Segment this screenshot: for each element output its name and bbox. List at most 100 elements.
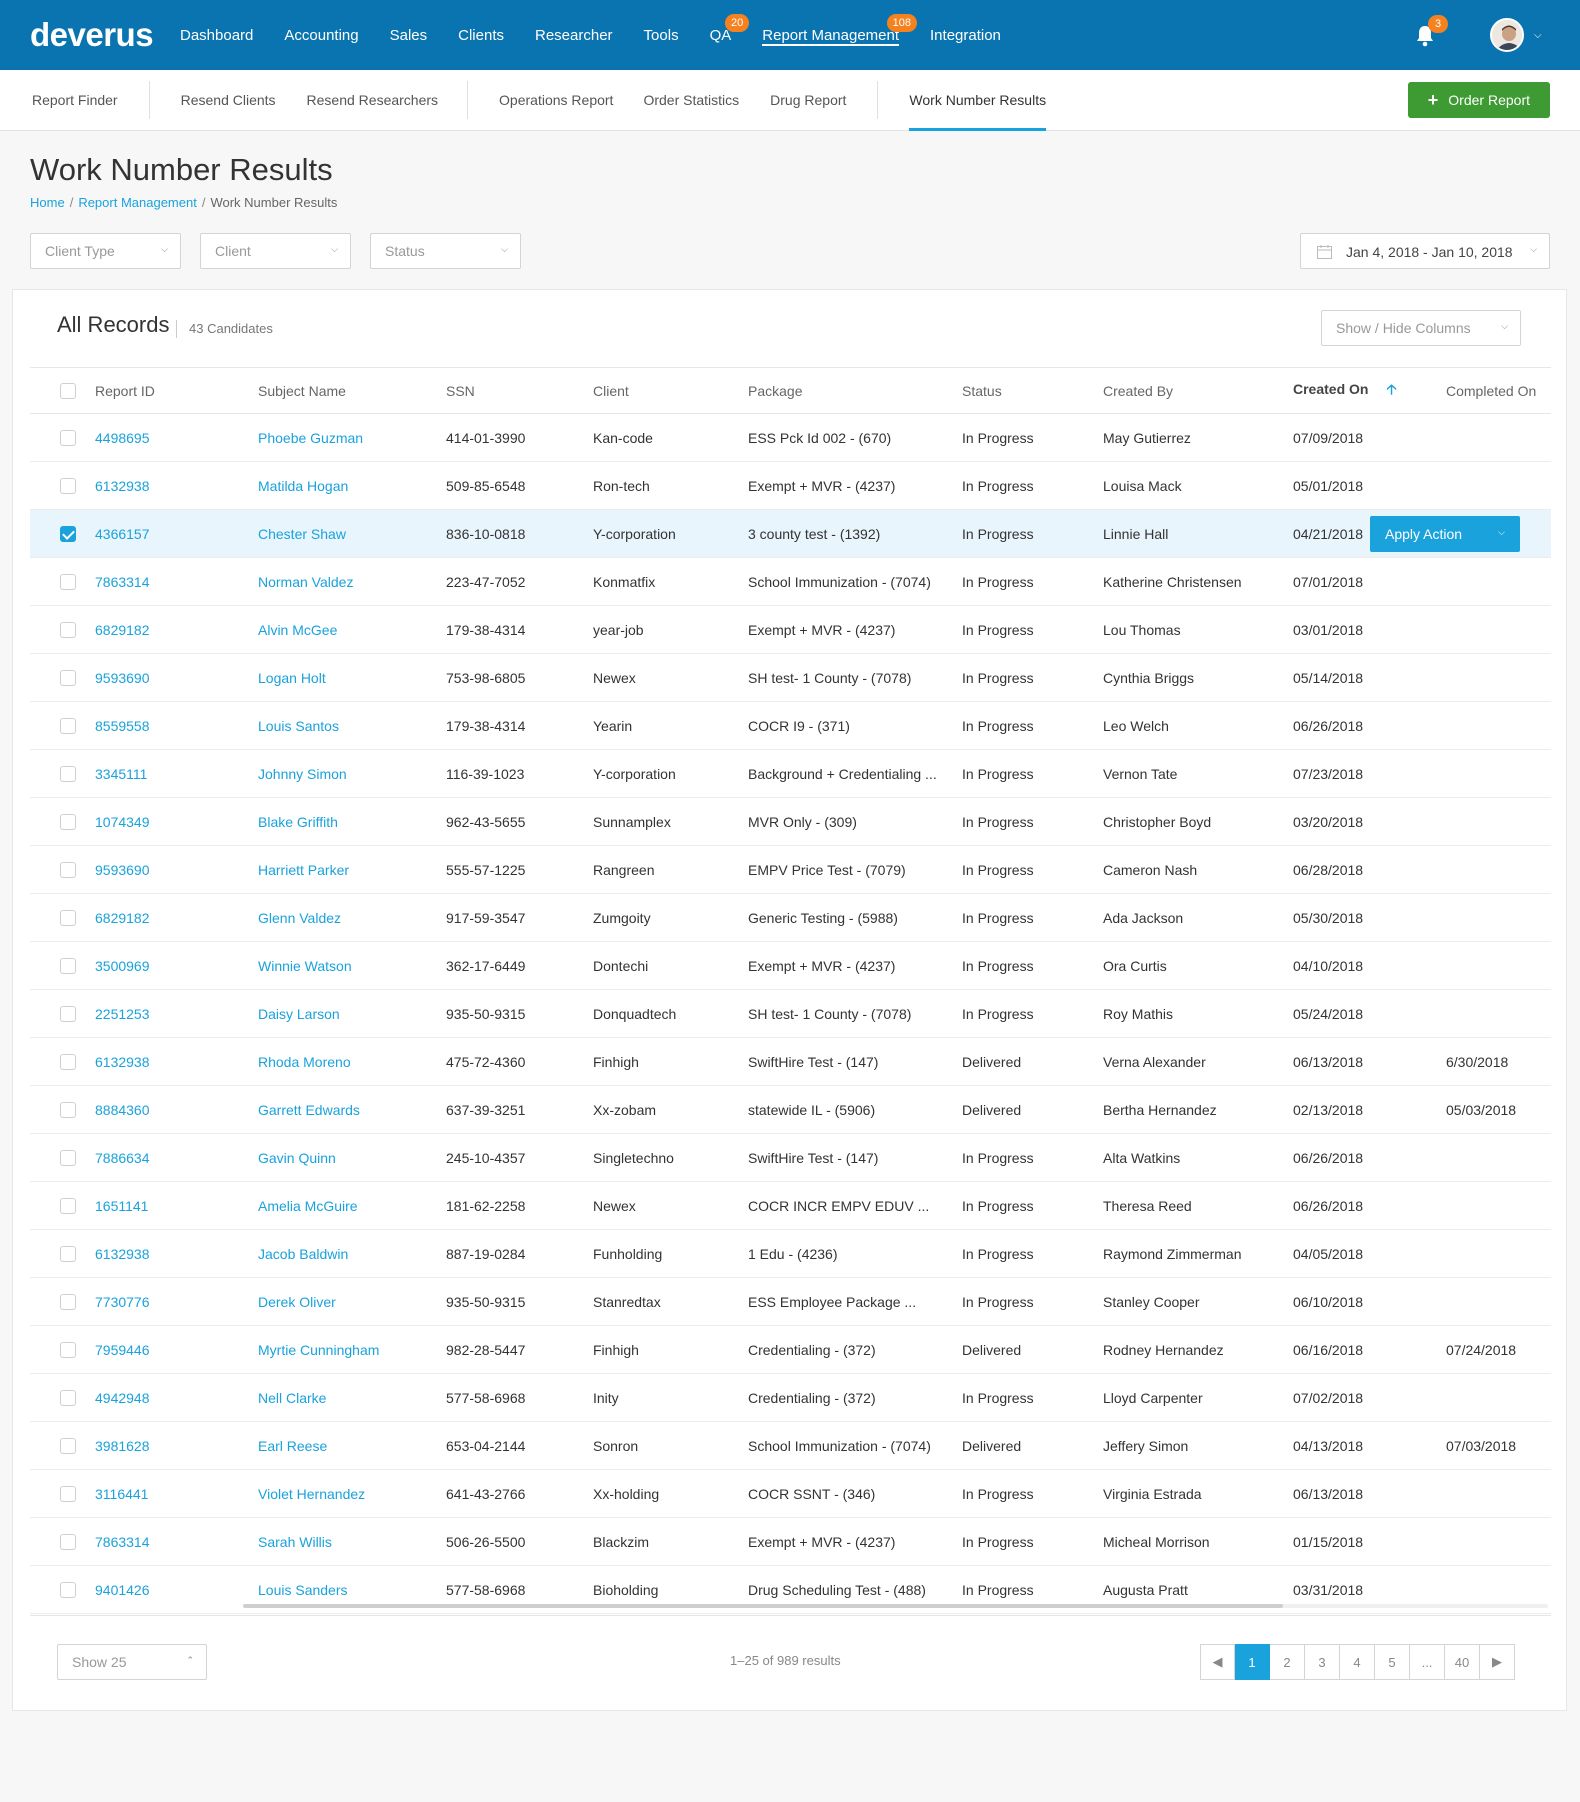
page-4[interactable]: 4 xyxy=(1340,1644,1375,1680)
row-checkbox[interactable] xyxy=(60,909,76,926)
tab-order-statistics[interactable]: Order Statistics xyxy=(643,70,739,131)
client-select[interactable]: Client ⌵ xyxy=(200,233,351,269)
next-page-button[interactable]: ▶ xyxy=(1480,1644,1515,1680)
page-size-select[interactable]: Show 25 ⌃ xyxy=(57,1644,207,1680)
table-row[interactable]: 9593690 Harriett Parker 555-57-1225 Rangree… xyxy=(30,846,1551,894)
row-checkbox[interactable] xyxy=(60,1533,76,1550)
row-checkbox[interactable] xyxy=(60,621,76,638)
nav-dashboard[interactable]: Dashboard xyxy=(180,0,253,70)
cell-report-id[interactable]: 8559558 xyxy=(95,702,258,750)
cell-report-id[interactable]: 7730776 xyxy=(95,1278,258,1326)
apply-action-button[interactable]: Apply Action ⌵ xyxy=(1370,516,1520,552)
nav-researcher[interactable]: Researcher xyxy=(535,0,613,70)
table-row[interactable]: 8884360 Garrett Edwards 637-39-3251 Xx-zoba… xyxy=(30,1086,1551,1134)
cell-report-id[interactable]: 6132938 xyxy=(95,1230,258,1278)
cell-subject-name[interactable]: Sarah Willis xyxy=(258,1518,446,1566)
table-row[interactable]: 6829182 Glenn Valdez 917-59-3547 Zumgoity Ge… xyxy=(30,894,1551,942)
cell-report-id[interactable]: 4498695 xyxy=(95,414,258,462)
cell-report-id[interactable]: 8884360 xyxy=(95,1086,258,1134)
show-hide-columns-select[interactable]: Show / Hide Columns ⌵ xyxy=(1321,310,1521,346)
nav-sales[interactable]: Sales xyxy=(390,0,428,70)
cell-report-id[interactable]: 7886634 xyxy=(95,1134,258,1182)
row-checkbox[interactable] xyxy=(60,429,76,446)
page-2[interactable]: 2 xyxy=(1270,1644,1305,1680)
table-row[interactable]: 2251253 Daisy Larson 935-50-9315 Donquadtec… xyxy=(30,990,1551,1038)
cell-subject-name[interactable]: Louis Santos xyxy=(258,702,446,750)
row-checkbox[interactable] xyxy=(60,1005,76,1022)
row-checkbox[interactable] xyxy=(60,1293,76,1310)
cell-subject-name[interactable]: Norman Valdez xyxy=(258,558,446,606)
cell-subject-name[interactable]: Matilda Hogan xyxy=(258,462,446,510)
nav-qa[interactable]: QA 20 xyxy=(710,0,750,70)
row-checkbox[interactable] xyxy=(60,861,76,878)
row-checkbox[interactable] xyxy=(60,813,76,830)
table-row[interactable]: 4942948 Nell Clarke 577-58-6968 Inity Creden… xyxy=(30,1374,1551,1422)
row-checkbox[interactable] xyxy=(60,525,76,542)
table-row[interactable]: 8559558 Louis Santos 179-38-4314 Yearin COCR… xyxy=(30,702,1551,750)
status-select[interactable]: Status ⌵ xyxy=(370,233,521,269)
row-checkbox[interactable] xyxy=(60,1245,76,1262)
tab-work-number-results[interactable]: Work Number Results xyxy=(909,70,1046,131)
cell-report-id[interactable]: 1651141 xyxy=(95,1182,258,1230)
table-row[interactable]: 7959446 Myrtie Cunningham 982-28-5447 Finhi… xyxy=(30,1326,1551,1374)
table-row[interactable]: 6132938 Matilda Hogan 509-85-6548 Ron-tech E… xyxy=(30,462,1551,510)
table-row[interactable]: 6132938 Rhoda Moreno 475-72-4360 Finhigh Swi… xyxy=(30,1038,1551,1086)
cell-subject-name[interactable]: Glenn Valdez xyxy=(258,894,446,942)
cell-report-id[interactable]: 1074349 xyxy=(95,798,258,846)
cell-subject-name[interactable]: Earl Reese xyxy=(258,1422,446,1470)
nav-report-management[interactable]: Report Management 108 xyxy=(762,0,918,70)
table-row[interactable]: 9593690 Logan Holt 753-98-6805 Newex SH test… xyxy=(30,654,1551,702)
col-created-by[interactable]: Created By xyxy=(1103,368,1293,414)
chevron-down-icon[interactable]: ⌵ xyxy=(1534,30,1542,41)
cell-report-id[interactable]: 9401426 xyxy=(95,1566,258,1614)
cell-report-id[interactable]: 3116441 xyxy=(95,1470,258,1518)
row-checkbox[interactable] xyxy=(60,1149,76,1166)
row-checkbox[interactable] xyxy=(60,1581,76,1598)
tab-resend-clients[interactable]: Resend Clients xyxy=(181,70,276,131)
cell-report-id[interactable]: 4942948 xyxy=(95,1374,258,1422)
date-range-picker[interactable]: Jan 4, 2018 - Jan 10, 2018 ⌵ xyxy=(1300,233,1550,269)
brand-logo[interactable]: deverus xyxy=(30,16,180,54)
cell-report-id[interactable]: 3345111 xyxy=(95,750,258,798)
cell-subject-name[interactable]: Jacob Baldwin xyxy=(258,1230,446,1278)
breadcrumb-report-management[interactable]: Report Management xyxy=(78,195,197,210)
cell-subject-name[interactable]: Alvin McGee xyxy=(258,606,446,654)
cell-report-id[interactable]: 6829182 xyxy=(95,606,258,654)
cell-report-id[interactable]: 3500969 xyxy=(95,942,258,990)
table-row[interactable]: 1074349 Blake Griffith 962-43-5655 Sunnampl… xyxy=(30,798,1551,846)
cell-report-id[interactable]: 6829182 xyxy=(95,894,258,942)
col-subject-name[interactable]: Subject Name xyxy=(258,368,446,414)
cell-subject-name[interactable]: Winnie Watson xyxy=(258,942,446,990)
row-checkbox[interactable] xyxy=(60,1101,76,1118)
table-row[interactable]: 4498695 Phoebe Guzman 414-01-3990 Kan-code E… xyxy=(30,414,1551,462)
nav-tools[interactable]: Tools xyxy=(644,0,679,70)
row-checkbox[interactable] xyxy=(60,1053,76,1070)
cell-subject-name[interactable]: Logan Holt xyxy=(258,654,446,702)
cell-report-id[interactable]: 3981628 xyxy=(95,1422,258,1470)
tab-operations-report[interactable]: Operations Report xyxy=(499,70,613,131)
cell-subject-name[interactable]: Amelia McGuire xyxy=(258,1182,446,1230)
col-client[interactable]: Client xyxy=(593,368,748,414)
row-checkbox[interactable] xyxy=(60,669,76,686)
col-report-id[interactable]: Report ID xyxy=(95,368,258,414)
row-checkbox[interactable] xyxy=(60,1197,76,1214)
cell-subject-name[interactable]: Daisy Larson xyxy=(258,990,446,1038)
table-row[interactable]: 3981628 Earl Reese 653-04-2144 Sonron School… xyxy=(30,1422,1551,1470)
cell-subject-name[interactable]: Derek Oliver xyxy=(258,1278,446,1326)
col-package[interactable]: Package xyxy=(748,368,962,414)
cell-subject-name[interactable]: Garrett Edwards xyxy=(258,1086,446,1134)
breadcrumb-home[interactable]: Home xyxy=(30,195,65,210)
select-all-checkbox[interactable] xyxy=(60,382,76,399)
table-row[interactable]: 3116441 Violet Hernandez 641-43-2766 Xx-hol… xyxy=(30,1470,1551,1518)
cell-subject-name[interactable]: Violet Hernandez xyxy=(258,1470,446,1518)
horizontal-scrollbar[interactable] xyxy=(243,1604,1548,1608)
cell-report-id[interactable]: 7863314 xyxy=(95,558,258,606)
nav-clients[interactable]: Clients xyxy=(458,0,504,70)
table-row[interactable]: 7863314 Sarah Willis 506-26-5500 Blackzim Ex… xyxy=(30,1518,1551,1566)
scrollbar-thumb[interactable] xyxy=(243,1604,1283,1608)
cell-subject-name[interactable]: Chester Shaw xyxy=(258,510,446,558)
table-row[interactable]: 7886634 Gavin Quinn 245-10-4357 Singletechn… xyxy=(30,1134,1551,1182)
table-row[interactable]: 4366157 Chester Shaw 836-10-0818 Y-corporat… xyxy=(30,509,1551,558)
table-row[interactable]: 1651141 Amelia McGuire 181-62-2258 Newex COC… xyxy=(30,1182,1551,1230)
cell-report-id[interactable]: 7863314 xyxy=(95,1518,258,1566)
